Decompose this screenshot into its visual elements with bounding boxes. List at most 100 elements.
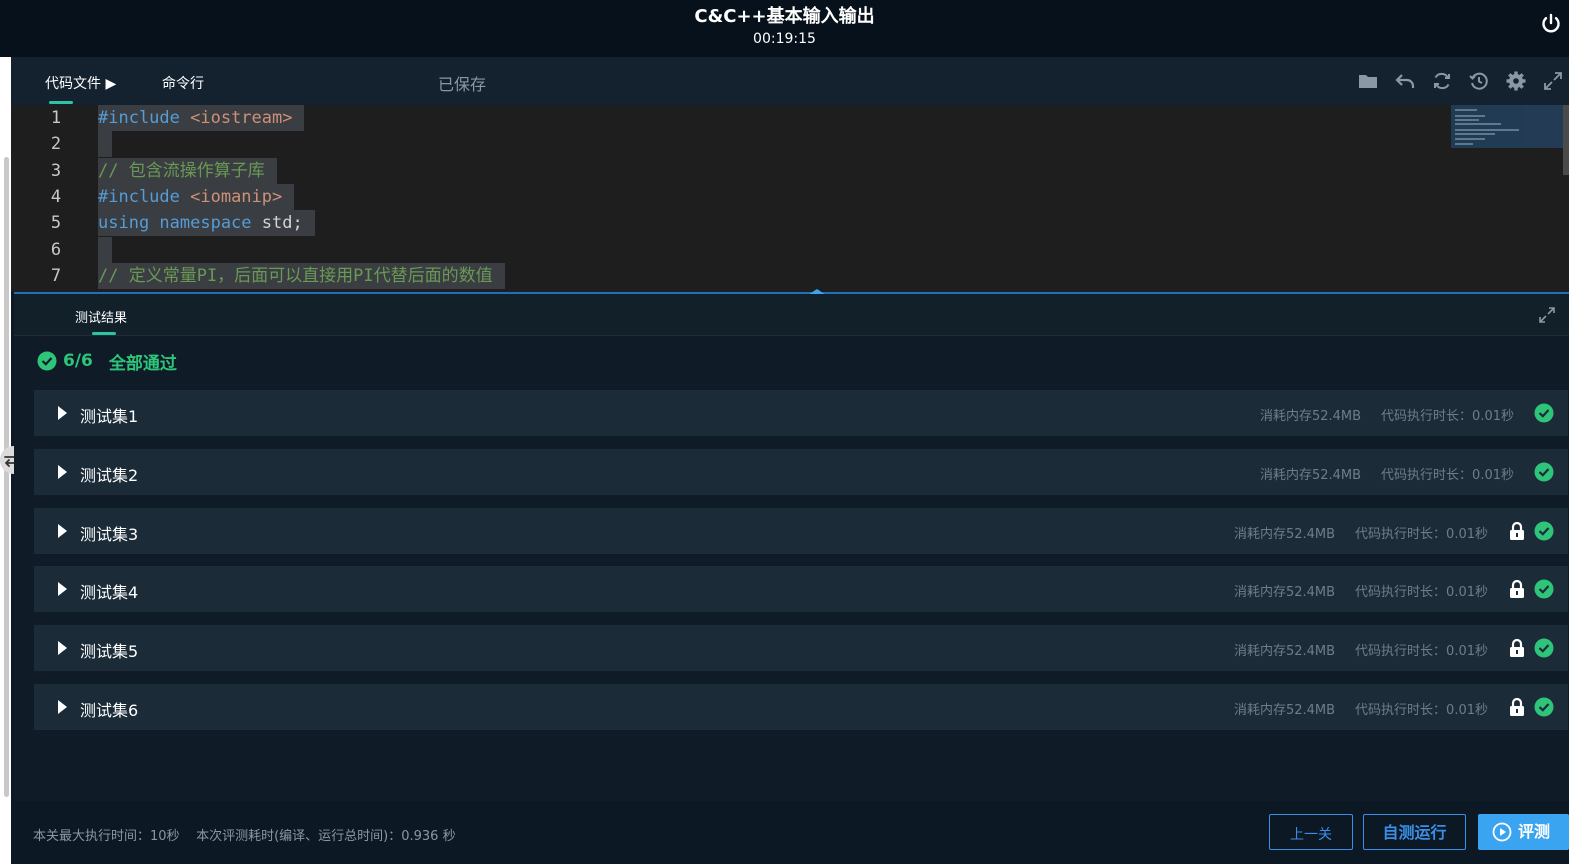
test-set-row[interactable]: 测试集4 消耗内存52.4MB 代码执行时长：0.01秒 — [34, 566, 1568, 613]
left-scrollbar[interactable] — [4, 157, 9, 797]
evaluate-button[interactable]: 评测 — [1478, 814, 1569, 850]
test-set-name: 测试集2 — [80, 465, 139, 485]
test-set-row[interactable]: 测试集1 消耗内存52.4MB 代码执行时长：0.01秒 — [34, 390, 1568, 436]
execution-time: 代码执行时长：0.01秒 — [1355, 644, 1488, 660]
code-line[interactable]: 2 — [11, 131, 1451, 158]
power-icon[interactable] — [1539, 12, 1563, 36]
save-status: 已保存 — [438, 75, 487, 94]
code-line[interactable]: 4 #include <iomanip> — [11, 183, 1451, 210]
code-token: std; — [261, 213, 303, 234]
code-token: #include — [98, 186, 191, 207]
memory-usage: 消耗内存52.4MB — [1233, 526, 1336, 542]
memory-usage: 消耗内存52.4MB — [1259, 467, 1362, 483]
test-set-name: 测试集5 — [80, 642, 139, 662]
expand-arrow-icon[interactable] — [58, 641, 67, 656]
test-results-panel: 测试结果 6/6 全部通过 测试集1 消耗内存52.4MB 代码执行时长：0.01秒… — [14, 294, 1569, 801]
test-set-stats: 消耗内存52.4MB 代码执行时长：0.01秒 — [1234, 699, 1488, 718]
test-set-row[interactable]: 测试集3 消耗内存52.4MB 代码执行时长：0.01秒 — [34, 507, 1568, 554]
test-set-row[interactable]: 测试集6 消耗内存52.4MB 代码执行时长：0.01秒 — [34, 684, 1568, 730]
code-line[interactable]: 6 — [11, 236, 1451, 263]
tab-command-line[interactable]: 命令行 — [162, 73, 204, 93]
expand-arrow-icon[interactable] — [58, 700, 67, 714]
execution-time: 代码执行时长：0.01秒 — [1355, 585, 1488, 601]
minimap[interactable] — [1451, 105, 1563, 148]
history-icon[interactable] — [1467, 69, 1491, 93]
tab-code-file[interactable]: 代码文件 ▶ — [45, 73, 116, 93]
test-set-name: 测试集4 — [80, 583, 139, 603]
execution-time: 代码执行时长：0.01秒 — [1381, 467, 1514, 483]
results-summary: 6/6 全部通过 — [37, 350, 177, 374]
self-test-button[interactable]: 自测运行 — [1363, 814, 1466, 850]
test-set-stats: 消耗内存52.4MB 代码执行时长：0.01秒 — [1234, 523, 1488, 542]
test-set-name: 测试集3 — [80, 524, 139, 544]
gear-icon[interactable] — [1504, 69, 1528, 93]
fullscreen-icon[interactable] — [1541, 69, 1565, 93]
execution-info: 本关最大执行时间：10秒 本次评测耗时(编译、运行总时间)：0.936 秒 — [33, 829, 456, 844]
active-tab-indicator — [49, 101, 73, 104]
code-line[interactable]: 3 // 包含流操作算子库 — [11, 157, 1451, 184]
code-line[interactable]: 5 using namespace std; — [11, 210, 1451, 237]
test-set-row[interactable]: 测试集5 消耗内存52.4MB 代码执行时长：0.01秒 — [34, 625, 1568, 672]
editor-toolbar: 代码文件 ▶ 命令行 已保存 — [11, 57, 1569, 105]
expand-icon[interactable] — [1537, 305, 1557, 325]
test-set-stats: 消耗内存52.4MB 代码执行时长：0.01秒 — [1260, 464, 1514, 483]
expand-arrow-icon[interactable] — [58, 464, 67, 479]
lock-icon — [1510, 521, 1524, 540]
code-text: // 定义常量PI，后面可以直接用PI代替后面的数值 — [98, 262, 505, 289]
line-number: 4 — [50, 186, 62, 207]
prev-level-button[interactable]: 上一关 — [1269, 814, 1353, 850]
memory-usage: 消耗内存52.4MB — [1233, 585, 1336, 601]
check-circle-icon — [1534, 521, 1554, 541]
editor-scrollbar[interactable] — [1563, 105, 1569, 175]
code-token: <iomanip> — [190, 186, 283, 207]
expand-arrow-icon[interactable] — [58, 523, 67, 538]
top-header: C&C++基本输入输出 00:19:15 — [0, 0, 1569, 57]
execution-time: 代码执行时长：0.01秒 — [1381, 409, 1514, 424]
memory-usage: 消耗内存52.4MB — [1233, 703, 1336, 718]
check-circle-icon — [1534, 697, 1554, 717]
line-number: 7 — [50, 265, 62, 286]
pass-summary: 全部通过 — [108, 353, 177, 374]
code-text: #include <iostream> — [98, 105, 305, 131]
test-set-stats: 消耗内存52.4MB 代码执行时长：0.01秒 — [1234, 640, 1488, 659]
code-token: // 定义常量PI，后面可以直接用PI代替后面的数值 — [98, 265, 493, 286]
lock-icon — [1510, 639, 1524, 658]
check-circle-icon — [37, 351, 57, 371]
code-token: #include — [98, 108, 191, 128]
refresh-icon[interactable] — [1430, 69, 1454, 93]
test-set-name: 测试集6 — [80, 701, 139, 720]
line-number: 5 — [50, 213, 62, 234]
line-number: 6 — [50, 239, 62, 260]
memory-usage: 消耗内存52.4MB — [1259, 409, 1362, 424]
check-circle-icon — [1534, 403, 1554, 423]
code-text — [98, 131, 112, 158]
code-line[interactable]: 7 // 定义常量PI，后面可以直接用PI代替后面的数值 — [11, 262, 1451, 289]
line-number: 1 — [50, 108, 62, 128]
test-set-stats: 消耗内存52.4MB 代码执行时长：0.01秒 — [1260, 405, 1514, 424]
code-token: <iostream> — [190, 108, 293, 128]
check-circle-icon — [1534, 462, 1554, 482]
tab-test-results[interactable]: 测试结果 — [75, 307, 127, 326]
code-token: // 包含流操作算子库 — [98, 160, 265, 181]
page-title: C&C++基本输入输出 — [694, 6, 875, 27]
lock-icon — [1510, 697, 1524, 716]
active-tab-indicator — [92, 332, 116, 335]
expand-arrow-icon[interactable] — [58, 582, 67, 597]
app-window: C&C++基本输入输出 00:19:15 代码文件 ▶ 命令行 已保存 1 #i… — [0, 0, 1569, 864]
check-circle-icon — [1534, 638, 1554, 658]
execution-time: 代码执行时长：0.01秒 — [1355, 703, 1488, 718]
test-set-stats: 消耗内存52.4MB 代码执行时长：0.01秒 — [1234, 581, 1488, 600]
line-number: 2 — [50, 134, 62, 155]
footer-bar: 本关最大执行时间：10秒 本次评测耗时(编译、运行总时间)：0.936 秒 上一… — [11, 801, 1569, 864]
timer: 00:19:15 — [753, 31, 816, 47]
code-editor[interactable]: 1 #include <iostream> 2 3 // 包含流操作算子库 4 #inclu… — [11, 105, 1569, 292]
undo-icon[interactable] — [1393, 69, 1417, 93]
test-set-row[interactable]: 测试集2 消耗内存52.4MB 代码执行时长：0.01秒 — [34, 448, 1568, 495]
expand-arrow-icon[interactable] — [58, 406, 67, 420]
code-text: using namespace std; — [98, 210, 315, 237]
code-text — [98, 236, 112, 263]
line-number: 3 — [50, 160, 62, 181]
execution-time: 代码执行时长：0.01秒 — [1355, 526, 1488, 542]
code-line[interactable]: 1 #include <iostream> — [11, 105, 1451, 131]
folder-icon[interactable] — [1356, 69, 1380, 93]
